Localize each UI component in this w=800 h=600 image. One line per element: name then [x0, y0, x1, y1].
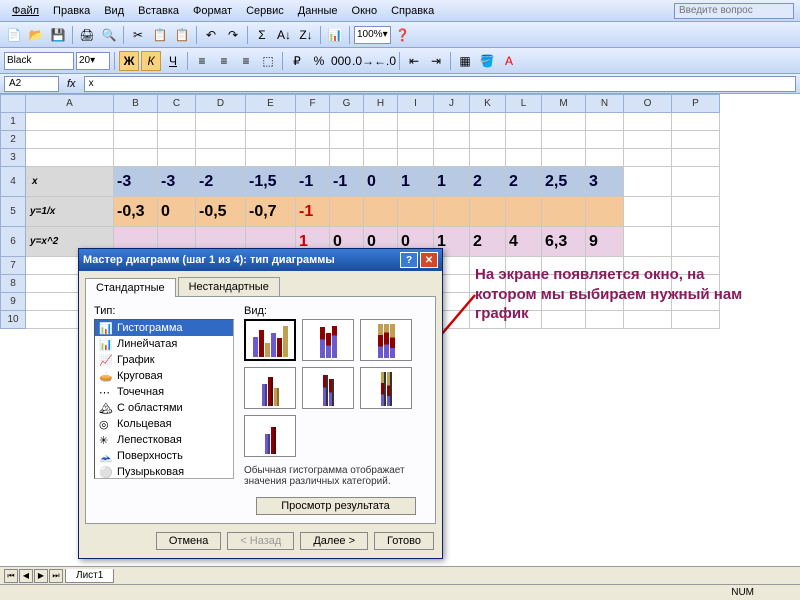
chart-wizard-icon[interactable]: 📊	[325, 25, 345, 45]
dialog-tabs: Стандартные Нестандартные	[79, 271, 442, 296]
chart-subtype-grid	[244, 319, 427, 457]
menu-format[interactable]: Формат	[187, 3, 238, 19]
dialog-button-row: Отмена < Назад Далее > Готово	[79, 524, 442, 558]
annotation-text: На экране появляется окно, на котором мы…	[475, 265, 755, 324]
chart-type-item[interactable]: 🗻Поверхность	[95, 448, 233, 464]
dialog-title: Мастер диаграмм (шаг 1 из 4): тип диагра…	[83, 254, 335, 266]
view-label: Вид:	[244, 305, 427, 317]
subtype-stacked-column[interactable]	[302, 319, 354, 361]
dialog-close-icon[interactable]: ✕	[420, 252, 438, 268]
paste-icon[interactable]: 📋	[172, 25, 192, 45]
menu-bar: Файл Правка Вид Вставка Формат Сервис Да…	[0, 0, 800, 22]
menu-data[interactable]: Данные	[292, 3, 344, 19]
chart-type-item[interactable]: ⋯Точечная	[95, 384, 233, 400]
chart-type-item[interactable]: 🥧Круговая	[95, 368, 233, 384]
redo-icon[interactable]: ↷	[223, 25, 243, 45]
preview-result-button[interactable]: Просмотр результата	[256, 497, 416, 515]
chart-type-item[interactable]: ◎Кольцевая	[95, 416, 233, 432]
chart-type-item[interactable]: ✳Лепестковая	[95, 432, 233, 448]
back-button: < Назад	[227, 532, 294, 550]
sheet-nav-last-icon[interactable]: ⏭	[49, 569, 63, 583]
subtype-clustered-column[interactable]	[244, 319, 296, 361]
save-icon[interactable]: 💾	[48, 25, 68, 45]
preview-icon[interactable]: 🔍	[99, 25, 119, 45]
status-bar: NUM	[0, 584, 800, 600]
align-right-icon[interactable]: ≡	[236, 51, 256, 71]
increase-decimal-icon[interactable]: .0→	[353, 51, 373, 71]
dialog-body: Тип: 📊Гистограмма📊Линейчатая📈График🥧Круг…	[85, 296, 436, 524]
menu-file[interactable]: Файл	[6, 3, 45, 19]
menu-view[interactable]: Вид	[98, 3, 130, 19]
menu-insert[interactable]: Вставка	[132, 3, 185, 19]
chart-type-item[interactable]: ⚪Пузырьковая	[95, 464, 233, 479]
formula-input[interactable]: x	[84, 76, 796, 92]
chart-type-item[interactable]: 📊Гистограмма	[95, 320, 233, 336]
chart-type-item[interactable]: 🏔С областями	[95, 400, 233, 416]
subtype-3d-stacked-column[interactable]	[302, 367, 354, 409]
indent-more-icon[interactable]: ⇥	[426, 51, 446, 71]
comma-icon[interactable]: 000	[331, 51, 351, 71]
underline-icon[interactable]: Ч	[163, 51, 183, 71]
align-left-icon[interactable]: ≡	[192, 51, 212, 71]
font-size-combo[interactable]: 20 ▾	[76, 52, 110, 70]
merge-icon[interactable]: ⬚	[258, 51, 278, 71]
finish-button[interactable]: Готово	[374, 532, 434, 550]
fx-icon[interactable]: fx	[63, 78, 80, 90]
fill-color-icon[interactable]: 🪣	[477, 51, 497, 71]
subtype-3d-column[interactable]	[244, 415, 296, 457]
open-icon[interactable]: 📂	[26, 25, 46, 45]
status-num: NUM	[731, 587, 754, 598]
italic-icon[interactable]: К	[141, 51, 161, 71]
sheet-tabs-bar: ⏮ ◀ ▶ ⏭ Лист1	[0, 566, 800, 584]
menu-edit[interactable]: Правка	[47, 3, 96, 19]
standard-toolbar: 📄 📂 💾 🖨 🔍 ✂ 📋 📋 ↶ ↷ Σ A↓ Z↓ 📊 100% ▾ ❓	[0, 22, 800, 48]
font-color-icon[interactable]: A	[499, 51, 519, 71]
sheet-nav-next-icon[interactable]: ▶	[34, 569, 48, 583]
cancel-button[interactable]: Отмена	[156, 532, 221, 550]
formatting-toolbar: Black 20 ▾ Ж К Ч ≡ ≡ ≡ ⬚ ₽ % 000 .0→ ←.0…	[0, 48, 800, 74]
copy-icon[interactable]: 📋	[150, 25, 170, 45]
sheet-nav-first-icon[interactable]: ⏮	[4, 569, 18, 583]
chart-type-item[interactable]: 📈График	[95, 352, 233, 368]
undo-icon[interactable]: ↶	[201, 25, 221, 45]
next-button[interactable]: Далее >	[300, 532, 368, 550]
sort-desc-icon[interactable]: Z↓	[296, 25, 316, 45]
sum-icon[interactable]: Σ	[252, 25, 272, 45]
bold-icon[interactable]: Ж	[119, 51, 139, 71]
subtype-description: Обычная гистограмма отображает значения …	[244, 465, 427, 491]
menu-window[interactable]: Окно	[346, 3, 384, 19]
menu-tools[interactable]: Сервис	[240, 3, 290, 19]
help-icon[interactable]: ❓	[393, 25, 413, 45]
decrease-decimal-icon[interactable]: ←.0	[375, 51, 395, 71]
new-icon[interactable]: 📄	[4, 25, 24, 45]
sheet-nav-prev-icon[interactable]: ◀	[19, 569, 33, 583]
cut-icon[interactable]: ✂	[128, 25, 148, 45]
percent-icon[interactable]: %	[309, 51, 329, 71]
ask-question-box[interactable]	[674, 3, 794, 19]
chart-type-item[interactable]: 📊Линейчатая	[95, 336, 233, 352]
subtype-100pct-stacked-column[interactable]	[360, 319, 412, 361]
print-icon[interactable]: 🖨	[77, 25, 97, 45]
zoom-combo[interactable]: 100% ▾	[354, 26, 391, 44]
align-center-icon[interactable]: ≡	[214, 51, 234, 71]
indent-less-icon[interactable]: ⇤	[404, 51, 424, 71]
sheet-tab-1[interactable]: Лист1	[65, 569, 114, 583]
sort-asc-icon[interactable]: A↓	[274, 25, 294, 45]
type-label: Тип:	[94, 305, 234, 317]
dialog-titlebar[interactable]: Мастер диаграмм (шаг 1 из 4): тип диагра…	[79, 249, 442, 271]
subtype-3d-100pct-stacked-column[interactable]	[360, 367, 412, 409]
tab-standard[interactable]: Стандартные	[85, 278, 176, 297]
subtype-3d-clustered-column[interactable]	[244, 367, 296, 409]
formula-bar: A2 fx x	[0, 74, 800, 94]
borders-icon[interactable]: ▦	[455, 51, 475, 71]
tab-nonstandard[interactable]: Нестандартные	[178, 277, 280, 296]
chart-type-listbox[interactable]: 📊Гистограмма📊Линейчатая📈График🥧Круговая⋯…	[94, 319, 234, 479]
font-name-combo[interactable]: Black	[4, 52, 74, 70]
currency-icon[interactable]: ₽	[287, 51, 307, 71]
dialog-help-icon[interactable]: ?	[400, 252, 418, 268]
chart-wizard-dialog: Мастер диаграмм (шаг 1 из 4): тип диагра…	[78, 248, 443, 559]
ask-question-input[interactable]	[674, 3, 794, 19]
menu-help[interactable]: Справка	[385, 3, 440, 19]
name-box[interactable]: A2	[4, 76, 59, 92]
